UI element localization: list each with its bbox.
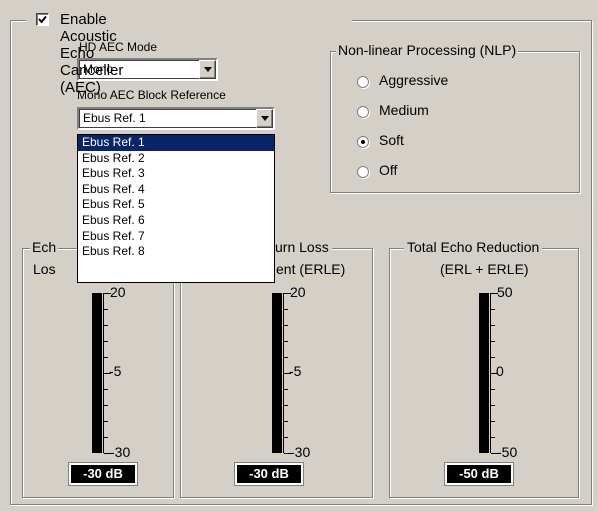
- meter-minor-tick: [284, 389, 288, 390]
- enable-aec-text: Enable Acoustic Echo Canceller (AEC): [60, 11, 124, 96]
- chevron-down-icon: [261, 116, 269, 121]
- meter-minor-tick: [491, 389, 495, 390]
- meter-minor-tick: [491, 357, 495, 358]
- meter-scale-label: -50: [497, 444, 518, 460]
- meter-scale-label: -30: [290, 444, 311, 460]
- meter-minor-tick: [284, 421, 288, 422]
- meter-minor-tick: [104, 325, 108, 326]
- meter-scale-label: -5: [109, 363, 122, 379]
- meter-scale-label: -30: [110, 444, 131, 460]
- radio-selected-dot: [361, 140, 365, 144]
- meter-minor-tick: [491, 421, 495, 422]
- block-ref-option[interactable]: Ebus Ref. 3: [78, 166, 274, 182]
- nlp-radio-medium[interactable]: [357, 106, 369, 118]
- meter-scale-label: 0: [496, 363, 504, 379]
- nlp-radio-aggressive[interactable]: [357, 76, 369, 88]
- check-icon: [38, 15, 47, 24]
- meter-minor-tick: [491, 437, 495, 438]
- meter-title-line2: (ERL + ERLE): [440, 261, 529, 277]
- meter-minor-tick: [104, 405, 108, 406]
- meter-bar: [479, 293, 489, 453]
- meter-bar: [92, 293, 102, 453]
- meter-bar: [272, 293, 282, 453]
- meter-title-line2: ent (ERLE): [276, 261, 346, 277]
- enable-aec-checkbox-box[interactable]: [36, 13, 49, 26]
- meter-title-line1: Total Echo Reduction: [404, 239, 543, 255]
- meter-minor-tick: [104, 421, 108, 422]
- meter-minor-tick: [104, 309, 108, 310]
- meter-minor-tick: [104, 341, 108, 342]
- nlp-radio-soft[interactable]: [357, 136, 369, 148]
- hd-aec-mode-dropdown-button[interactable]: [199, 60, 216, 79]
- block-ref-option[interactable]: Ebus Ref. 8: [78, 244, 274, 260]
- block-ref-option[interactable]: Ebus Ref. 7: [78, 229, 274, 245]
- nlp-option-label: Medium: [379, 102, 429, 118]
- meter-minor-tick: [491, 405, 495, 406]
- meter-minor-tick: [491, 341, 495, 342]
- meter-readout: -30 dB: [69, 463, 137, 485]
- nlp-option-label: Soft: [379, 132, 404, 148]
- nlp-title: Non-linear Processing (NLP): [336, 42, 519, 58]
- nlp-option-label: Off: [379, 162, 398, 178]
- meter-scale-label: -5: [289, 363, 302, 379]
- block-ref-dropdown-list[interactable]: Ebus Ref. 1 Ebus Ref. 2 Ebus Ref. 3 Ebus Re…: [77, 134, 275, 283]
- meter-minor-tick: [104, 437, 108, 438]
- meter-title-line1: Ech: [30, 239, 59, 255]
- nlp-option-label: Aggressive: [379, 72, 449, 88]
- meter-readout: -50 dB: [445, 463, 513, 485]
- meter-minor-tick: [104, 357, 108, 358]
- block-ref-option[interactable]: Ebus Ref. 2: [78, 151, 274, 167]
- meter-scale-label: 20: [110, 284, 126, 300]
- chevron-down-icon: [204, 67, 212, 72]
- meter-minor-tick: [491, 309, 495, 310]
- block-ref-option[interactable]: Ebus Ref. 4: [78, 182, 274, 198]
- nlp-radio-off[interactable]: [357, 166, 369, 178]
- meter-minor-tick: [284, 309, 288, 310]
- meter-scale-label: 20: [290, 284, 306, 300]
- block-ref-option[interactable]: Ebus Ref. 6: [78, 213, 274, 229]
- meter-minor-tick: [284, 325, 288, 326]
- block-ref-value: Ebus Ref. 1: [83, 111, 146, 125]
- block-ref-select[interactable]: Ebus Ref. 1: [77, 107, 275, 130]
- meter-minor-tick: [491, 325, 495, 326]
- block-ref-option[interactable]: Ebus Ref. 1: [78, 135, 274, 151]
- meter-minor-tick: [104, 389, 108, 390]
- meter-minor-tick: [284, 341, 288, 342]
- meter-minor-tick: [284, 437, 288, 438]
- meter-minor-tick: [284, 405, 288, 406]
- meter-title-line2: Los: [33, 261, 56, 277]
- meter-minor-tick: [284, 357, 288, 358]
- block-ref-option[interactable]: Ebus Ref. 5: [78, 197, 274, 213]
- meter-title-line1: urn Loss: [272, 239, 332, 255]
- meter-scale-label: 50: [497, 284, 513, 300]
- block-ref-dropdown-button[interactable]: [256, 109, 273, 128]
- meter-readout: -30 dB: [235, 463, 303, 485]
